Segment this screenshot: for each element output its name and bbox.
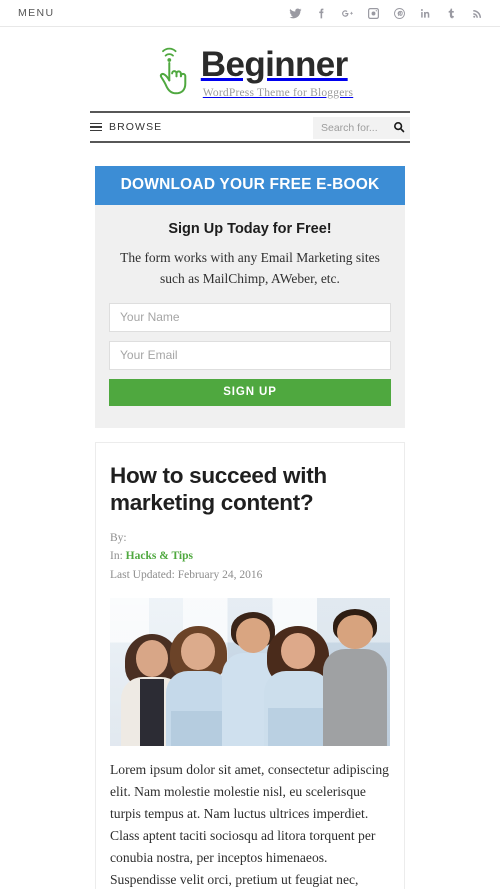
browse-label: BROWSE [109,121,163,133]
social-links [289,7,484,20]
excerpt-text: Lorem ipsum dolor sit amet, consectetur … [110,761,389,887]
widget-title: Sign Up Today for Free! [168,221,332,237]
featured-person-5 [322,608,388,746]
linkedin-icon[interactable] [419,7,432,20]
meta-author-line: By: [110,529,390,548]
featured-person-4 [264,621,332,746]
article-excerpt: Lorem ipsum dolor sit amet, consectetur … [110,746,390,889]
widget-banner: DOWNLOAD YOUR FREE E-BOOK [95,166,405,205]
signup-button[interactable]: SIGN UP [109,378,391,406]
email-field[interactable] [109,340,391,370]
browse-button[interactable]: BROWSE [90,121,162,133]
name-field[interactable] [109,302,391,332]
primary-nav: BROWSE [90,111,410,143]
widget-body: Sign Up Today for Free! The form works w… [95,205,405,428]
site-masthead: Beginner WordPress Theme for Bloggers [0,27,500,111]
widget-description: The form works with any Email Marketing … [120,250,380,286]
tap-hand-icon [153,47,195,99]
rss-icon[interactable] [471,7,484,20]
search-submit-button[interactable] [393,121,405,136]
pinterest-icon[interactable] [393,7,406,20]
google-plus-icon[interactable] [341,7,354,20]
site-title: Beginner [200,45,348,84]
facebook-icon[interactable] [315,7,328,20]
hamburger-icon [90,122,102,132]
article-meta: By: In: Hacks & Tips Last Updated: Febru… [110,529,390,585]
article-title[interactable]: How to succeed with marketing content? [110,462,390,516]
meta-category-link[interactable]: Hacks & Tips [126,550,193,562]
top-bar: MENU [0,0,500,27]
site-logo-link[interactable]: Beginner WordPress Theme for Bloggers [147,43,353,99]
search-box[interactable] [313,117,410,139]
primary-nav-wrapper: BROWSE [90,111,410,143]
article-card: How to succeed with marketing content? B… [95,441,405,889]
meta-by-label: By: [110,531,127,544]
menu-button[interactable]: MENU [18,7,55,19]
signup-widget: DOWNLOAD YOUR FREE E-BOOK Sign Up Today … [95,166,405,428]
instagram-icon[interactable] [367,7,380,20]
featured-person-2 [166,621,231,746]
twitter-icon[interactable] [289,7,302,20]
search-input[interactable] [321,122,393,134]
meta-last-updated: Last Updated: February 24, 2016 [110,569,263,582]
article-featured-image[interactable] [110,597,390,746]
search-icon [393,121,405,136]
tumblr-icon[interactable] [445,7,458,20]
meta-category-line: In: Hacks & Tips [110,547,390,566]
site-tagline: WordPress Theme for Bloggers [202,86,354,99]
meta-in-label: In: [110,550,123,563]
